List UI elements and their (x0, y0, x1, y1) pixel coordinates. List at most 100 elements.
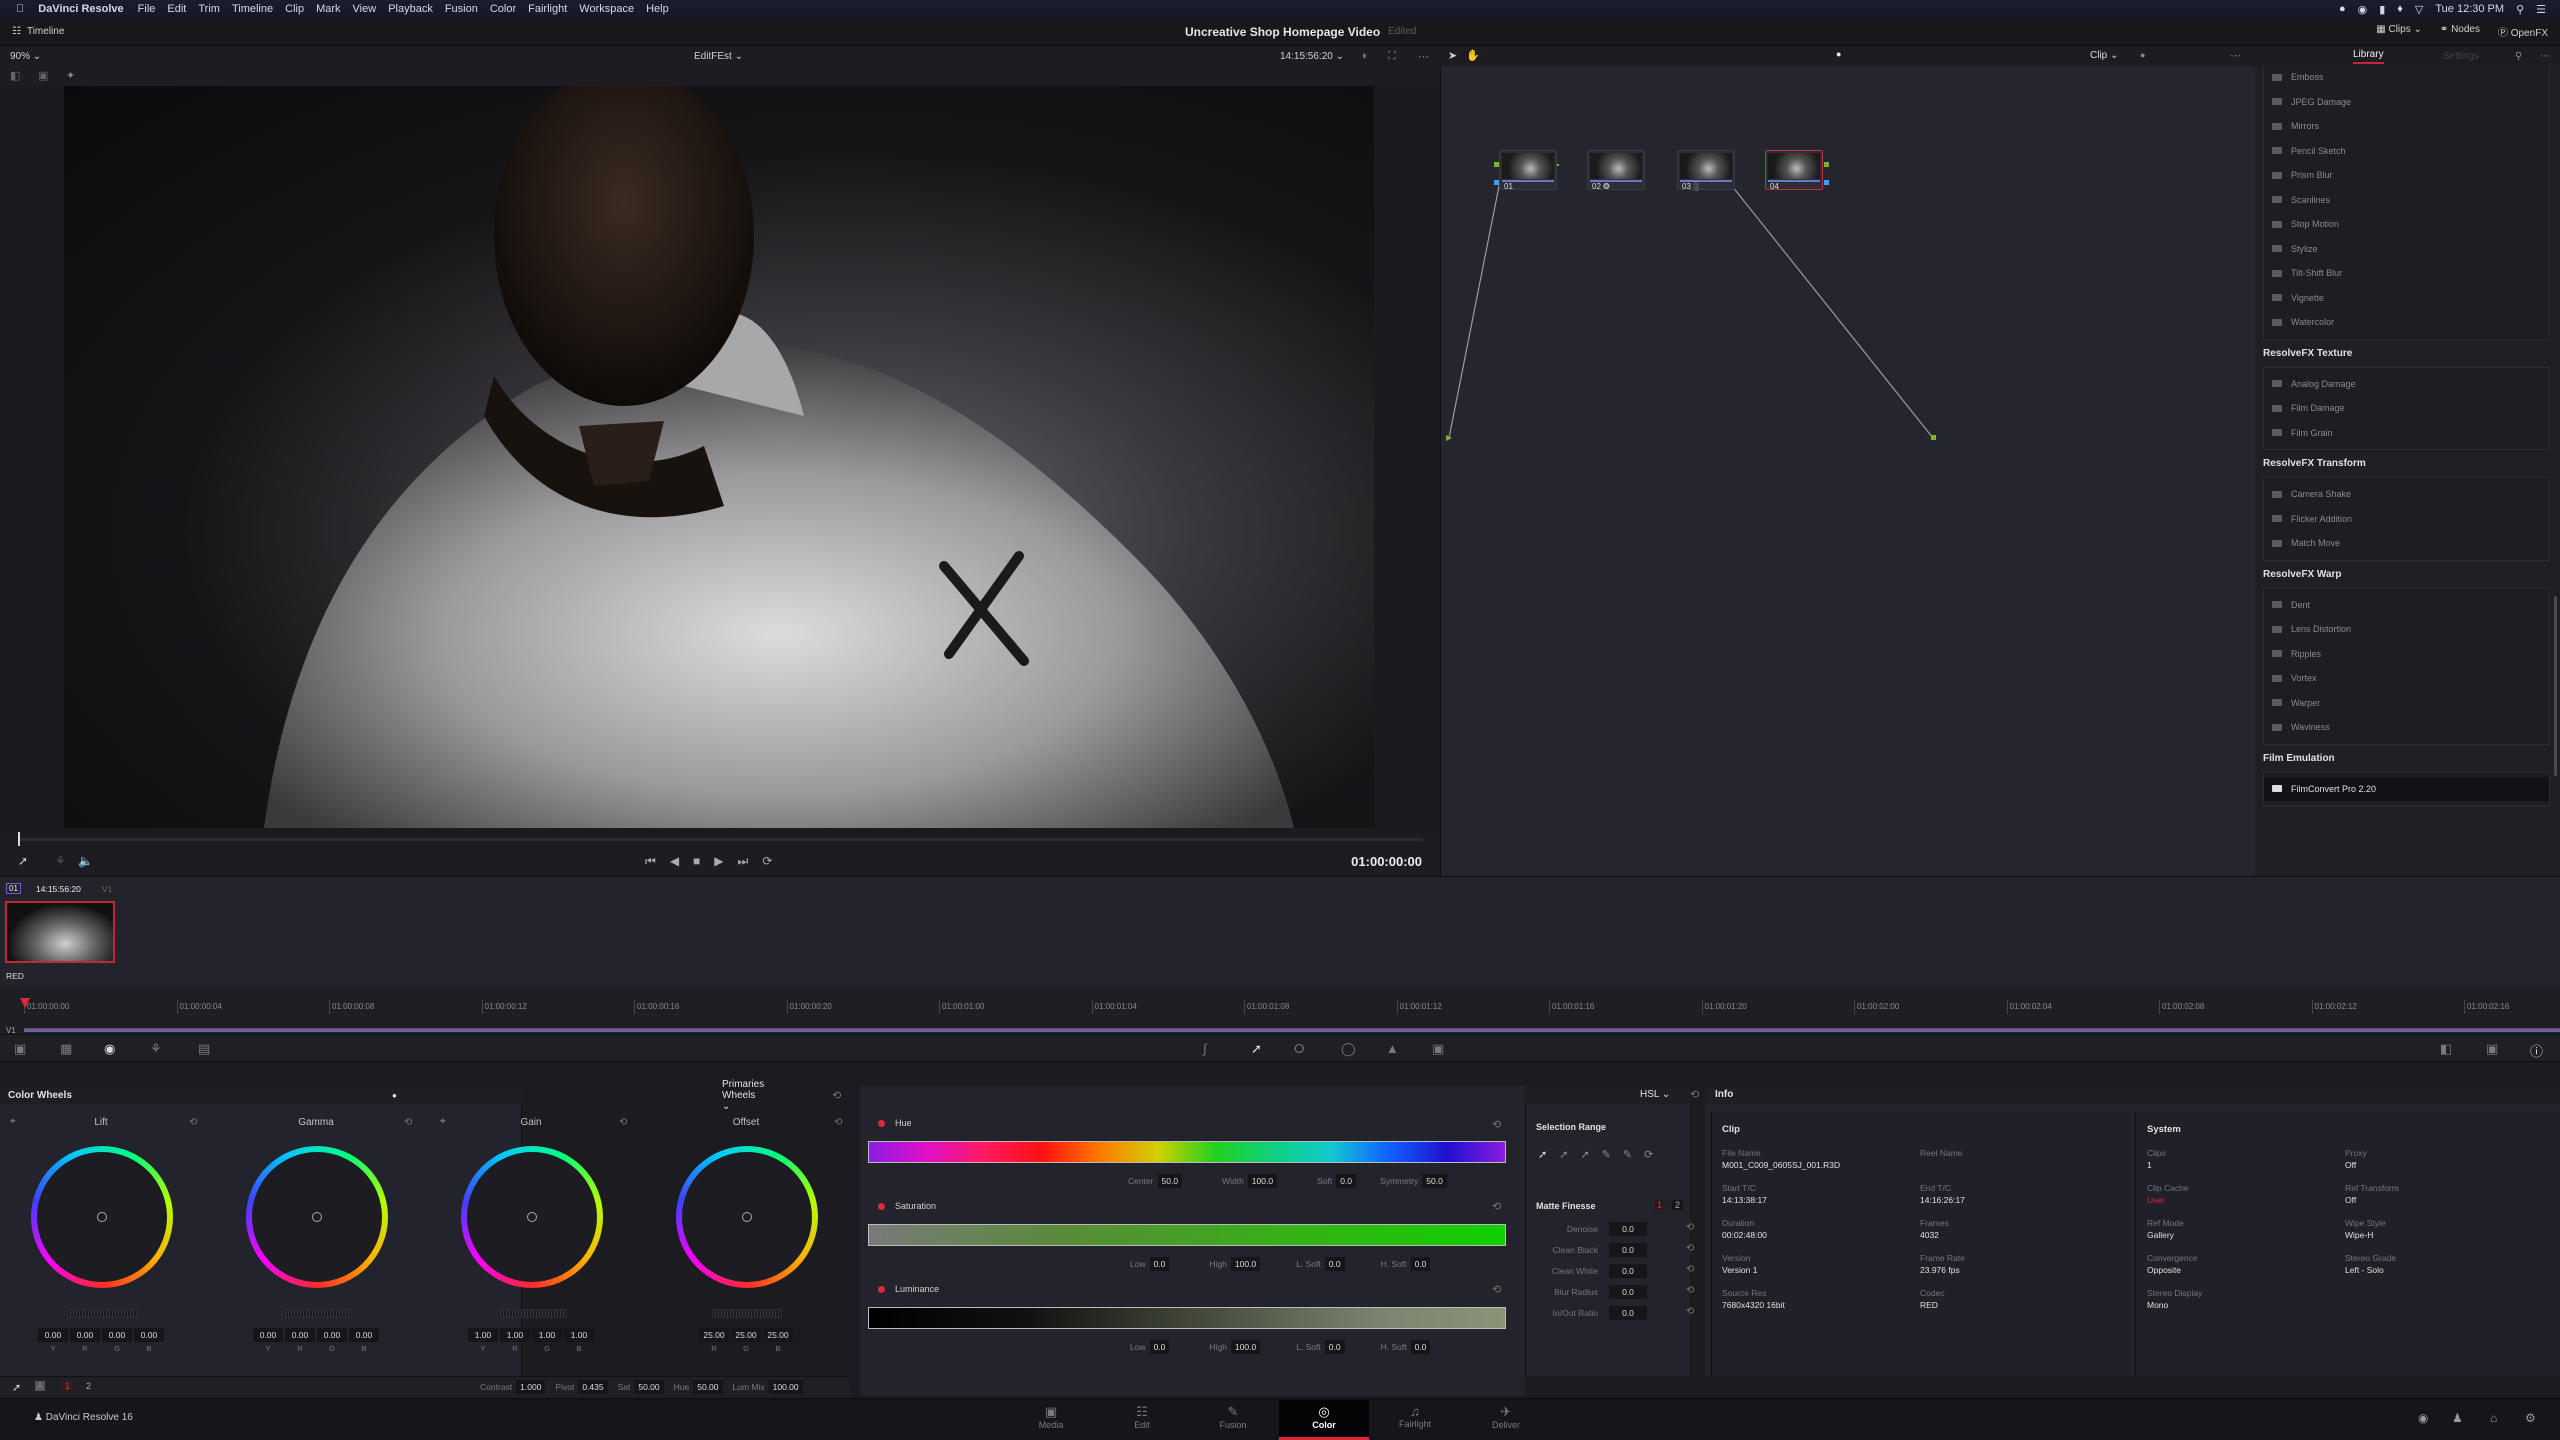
pivot-field[interactable]: 0.435 (578, 1380, 608, 1394)
node-02[interactable]: 02 ❂ (1587, 150, 1645, 191)
library-item[interactable]: Camera Shake (2264, 482, 2549, 507)
node-rgb-output[interactable] (1824, 162, 1829, 167)
auto-balance-icon[interactable]: ➚ (12, 1381, 21, 1394)
resolve-logo[interactable]: ♟ DaVinci Resolve 16 (34, 1412, 133, 1423)
color-wheel-gamma[interactable] (246, 1146, 388, 1288)
wheel-value-field[interactable]: 0.00 (349, 1328, 379, 1342)
matte-reset-icon[interactable]: ⟲ (1686, 1306, 1694, 1317)
go-to-end-icon[interactable]: ⏭ (738, 854, 749, 869)
sat-hsoft-field[interactable]: 0.0 (1410, 1257, 1431, 1271)
matte-field[interactable]: 0.0 (1609, 1222, 1647, 1236)
wheel-value-field[interactable]: 25.00 (699, 1328, 729, 1342)
saturation-enable-toggle[interactable] (878, 1202, 885, 1210)
reset-all-icon[interactable]: ⟲ (832, 1089, 841, 1102)
window-icon[interactable]: ⭘ (1294, 1041, 1304, 1057)
qualifier-reset-icon[interactable]: ⟲ (1690, 1088, 1699, 1101)
hue-bar[interactable] (868, 1141, 1506, 1163)
library-item[interactable]: Lens Distortion (2264, 617, 2549, 642)
timeline-toggle[interactable]: ☷ Timeline (12, 26, 64, 37)
library-search-icon[interactable]: ⚲ (2515, 51, 2522, 62)
library-item[interactable]: Film Grain (2264, 421, 2549, 446)
center-field[interactable]: 50.0 (1157, 1174, 1183, 1188)
wheel-value-field[interactable]: 1.00 (532, 1328, 562, 1342)
page-color[interactable]: ◎ Color (1279, 1400, 1369, 1440)
spotlight-search-icon[interactable]: ⚲ (2516, 3, 2524, 16)
page-1-button[interactable]: 1 (62, 1381, 74, 1391)
dropbox-icon[interactable]: ♦ (2397, 3, 2403, 15)
color-wheel-gain[interactable] (461, 1146, 603, 1288)
library-item[interactable]: Stop Motion (2264, 212, 2549, 237)
feather-subtract-icon[interactable]: ✎ (1602, 1148, 1611, 1161)
library-item[interactable]: Emboss (2264, 66, 2549, 90)
notification-icon[interactable]: ▮ (2379, 3, 2385, 16)
luminance-bar[interactable] (868, 1307, 1506, 1329)
library-options-icon[interactable]: ⋯ (2540, 51, 2550, 62)
matte-reset-icon[interactable]: ⟲ (1686, 1243, 1694, 1254)
page-fairlight[interactable]: ♫ Fairlight (1370, 1400, 1460, 1440)
invert-icon[interactable]: ⟳ (1644, 1148, 1653, 1161)
menu-mark[interactable]: Mark (316, 3, 340, 15)
viewer-zoom-dropdown[interactable]: 90% ⌄ (10, 51, 41, 62)
matte-reset-icon[interactable]: ⟲ (1686, 1285, 1694, 1296)
auto-icon[interactable]: A (35, 1381, 46, 1391)
matte-page-1[interactable]: 1 (1654, 1200, 1666, 1210)
soft-field[interactable]: 0.0 (1336, 1174, 1357, 1188)
wheel-value-field[interactable]: 25.00 (763, 1328, 793, 1342)
library-item[interactable]: Stylize (2264, 237, 2549, 262)
luminance-enable-toggle[interactable] (878, 1285, 885, 1293)
menu-fairlight[interactable]: Fairlight (528, 3, 567, 15)
clip-thumbnail[interactable] (5, 901, 115, 963)
viewer-scrubber[interactable] (18, 832, 1423, 846)
wheel-center-handle[interactable] (97, 1212, 107, 1222)
color-dropper-icon[interactable]: ◑ (1360, 50, 1367, 62)
tracker-icon[interactable]: ◯ (1341, 1041, 1356, 1057)
library-item[interactable]: FilmConvert Pro 2.20 (2264, 776, 2549, 801)
menu-workspace[interactable]: Workspace (579, 3, 634, 15)
wifi-icon[interactable]: ▽ (2415, 3, 2423, 16)
wheel-value-field[interactable]: 1.00 (468, 1328, 498, 1342)
matte-field[interactable]: 0.0 (1609, 1264, 1647, 1278)
wheels-mode-dropdown[interactable]: Primaries Wheels ⌄ (722, 1079, 764, 1112)
wheel-reset-icon[interactable]: ⟲ (619, 1117, 627, 1128)
page-dot-active[interactable]: ● (392, 1091, 397, 1100)
master-wheel-slider[interactable] (282, 1309, 352, 1318)
loop-icon[interactable]: ⟳ (762, 854, 772, 869)
fullscreen-icon[interactable]: ⛶ (1388, 50, 1396, 63)
library-item[interactable]: Vignette (2264, 286, 2549, 311)
library-item[interactable]: Flicker Addition (2264, 507, 2549, 532)
matte-field[interactable]: 0.0 (1609, 1285, 1647, 1299)
camera-raw-icon[interactable]: ▣ (14, 1041, 26, 1057)
wheel-value-field[interactable]: 25.00 (731, 1328, 761, 1342)
library-scrollbar[interactable] (2554, 596, 2557, 776)
library-item[interactable]: Prism Blur (2264, 163, 2549, 188)
menu-trim[interactable]: Trim (198, 3, 220, 15)
wheel-value-field[interactable]: 0.00 (285, 1328, 315, 1342)
wheel-center-handle[interactable] (742, 1212, 752, 1222)
node-editor[interactable]: 01 02 ❂ 03 ░ 04 (1440, 66, 2255, 876)
matte-reset-icon[interactable]: ⟲ (1686, 1222, 1694, 1233)
page-deliver[interactable]: ✈ Deliver (1461, 1400, 1551, 1440)
contrast-field[interactable]: 1.000 (516, 1380, 546, 1394)
library-item[interactable]: Tilt-Shift Blur (2264, 261, 2549, 286)
library-item[interactable]: Watercolor (2264, 310, 2549, 335)
pointer-tool-icon[interactable]: ➤ (1448, 49, 1457, 62)
info-icon[interactable]: ⓘ (2530, 1041, 2543, 1060)
picker-icon[interactable]: ➚ (1538, 1148, 1547, 1161)
app-menu[interactable]: DaVinci Resolve (38, 3, 123, 15)
wheel-value-field[interactable]: 0.00 (317, 1328, 347, 1342)
node-alpha-output[interactable] (1824, 180, 1829, 185)
menu-playback[interactable]: Playback (388, 3, 433, 15)
matte-field[interactable]: 0.0 (1609, 1306, 1647, 1320)
menu-color[interactable]: Color (490, 3, 516, 15)
saturation-reset-icon[interactable]: ⟲ (1492, 1200, 1501, 1213)
sat-field[interactable]: 50.00 (634, 1380, 664, 1394)
menu-timeline[interactable]: Timeline (232, 3, 273, 15)
split-view-icon[interactable]: ◧ (10, 69, 20, 82)
color-wheels-icon[interactable]: ◉ (104, 1041, 115, 1057)
library-item[interactable]: Mirrors (2264, 114, 2549, 139)
motion-effects-icon[interactable]: ▤ (198, 1041, 210, 1057)
master-wheel-slider[interactable] (67, 1309, 137, 1318)
matte-reset-icon[interactable]: ⟲ (1686, 1264, 1694, 1275)
timeline-clip-bar[interactable] (24, 1028, 2560, 1032)
saturation-bar[interactable] (868, 1224, 1506, 1246)
